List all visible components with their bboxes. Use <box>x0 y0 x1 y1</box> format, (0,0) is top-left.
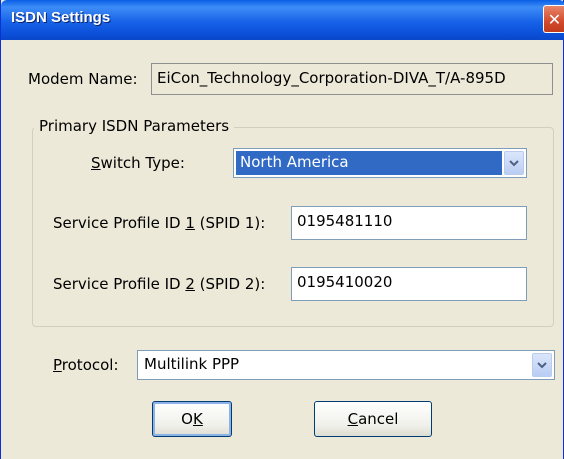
protocol-accel: P <box>53 356 62 374</box>
switch-type-dropdown-button[interactable] <box>504 151 524 175</box>
close-icon: ✕ <box>547 9 562 29</box>
cancel-button[interactable]: Cancel <box>314 401 432 437</box>
spid2-accel: 2 <box>185 275 195 293</box>
spid2-label-pre: Service Profile ID <box>53 275 186 293</box>
modem-name-label: Modem Name: <box>28 70 138 88</box>
spid1-label-post: (SPID 1): <box>194 214 266 232</box>
isdn-settings-dialog: ISDN Settings ✕ Modem Name: EiCon_Techno… <box>0 0 564 459</box>
cancel-label-rest: ancel <box>358 410 399 428</box>
protocol-label: Protocol: <box>53 356 119 374</box>
spid1-label: Service Profile ID 1 (SPID 1): <box>53 214 265 232</box>
protocol-label-rest: rotocol: <box>61 356 119 374</box>
protocol-dropdown-button[interactable] <box>532 353 552 377</box>
spid2-input[interactable]: 0195410020 <box>291 267 527 301</box>
ok-button[interactable]: OK <box>152 401 232 437</box>
protocol-value: Multilink PPP <box>144 355 240 373</box>
close-button[interactable]: ✕ <box>543 5 564 33</box>
group-legend: Primary ISDN Parameters <box>34 117 235 135</box>
spid2-label-post: (SPID 2): <box>194 275 266 293</box>
spid2-value: 0195410020 <box>297 273 393 291</box>
switch-type-value: North America <box>236 151 502 175</box>
chevron-down-icon <box>509 160 519 167</box>
spid2-label: Service Profile ID 2 (SPID 2): <box>53 275 265 293</box>
switch-type-accel: S <box>91 154 101 172</box>
spid1-value: 0195481110 <box>297 212 393 230</box>
window-title: ISDN Settings <box>11 9 111 26</box>
chevron-down-icon <box>537 362 547 369</box>
ok-accel: K <box>192 410 203 428</box>
cancel-accel: C <box>347 410 359 428</box>
modem-name-field: EiCon_Technology_Corporation-DIVA_T/A-89… <box>151 63 553 95</box>
modem-name-value: EiCon_Technology_Corporation-DIVA_T/A-89… <box>157 69 506 87</box>
spid1-label-pre: Service Profile ID <box>53 214 186 232</box>
switch-type-select[interactable]: North America <box>233 148 527 178</box>
protocol-select[interactable]: Multilink PPP <box>137 350 555 380</box>
ok-label-pre: O <box>181 410 193 428</box>
switch-type-label: Switch Type: <box>91 154 185 172</box>
spid1-accel: 1 <box>185 214 195 232</box>
title-bar[interactable]: ISDN Settings ✕ <box>1 0 564 40</box>
spid1-input[interactable]: 0195481110 <box>291 206 527 240</box>
switch-type-label-rest: witch Type: <box>100 154 185 172</box>
